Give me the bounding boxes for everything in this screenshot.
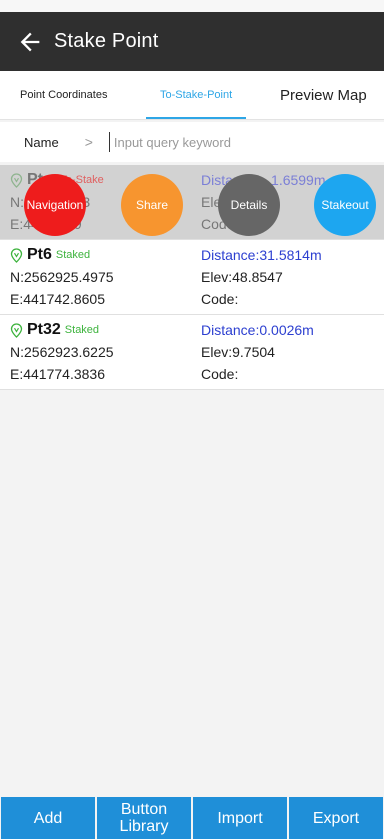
northing: N:2562923.6225 bbox=[10, 344, 114, 360]
tab-point-coordinates[interactable]: Point Coordinates bbox=[20, 71, 107, 119]
import-button[interactable]: Import bbox=[193, 797, 287, 839]
chevron-right-icon[interactable]: > bbox=[85, 134, 93, 150]
tab-bar: Point Coordinates To-Stake-Point Preview… bbox=[0, 71, 384, 120]
export-button[interactable]: Export bbox=[289, 797, 383, 839]
list-item[interactable]: Pt32 Staked N:2562923.6225 E:441774.3836… bbox=[0, 315, 384, 390]
northing: N:2562925.4975 bbox=[10, 269, 114, 285]
stakeout-button[interactable]: Stakeout bbox=[314, 174, 376, 236]
code: Code: bbox=[201, 366, 239, 382]
location-pin-icon bbox=[10, 172, 23, 188]
add-button[interactable]: Add bbox=[1, 797, 95, 839]
point-name: Pt6 bbox=[27, 246, 52, 263]
app-bar: Stake Point bbox=[0, 12, 384, 71]
point-status: Staked bbox=[64, 324, 100, 336]
tab-preview-map[interactable]: Preview Map bbox=[280, 71, 367, 119]
distance: Distance:0.0026m bbox=[201, 322, 314, 338]
details-button[interactable]: Details bbox=[218, 174, 280, 236]
location-pin-icon bbox=[10, 247, 23, 263]
share-button[interactable]: Share bbox=[121, 174, 183, 236]
point-status: Staked bbox=[55, 249, 91, 261]
elevation: Elev:48.8547 bbox=[201, 269, 283, 285]
search-field-selector[interactable]: Name bbox=[24, 135, 59, 150]
search-input[interactable] bbox=[108, 132, 366, 152]
bottom-toolbar: Add Button Library Import Export bbox=[0, 797, 384, 839]
search-bar: Name > bbox=[0, 122, 384, 162]
list-item[interactable]: Pt6 Staked N:2562925.4975 E:441742.8605 … bbox=[0, 240, 384, 315]
easting: E:441774.3836 bbox=[10, 366, 105, 382]
status-bar-area bbox=[0, 0, 384, 12]
page-title: Stake Point bbox=[54, 30, 159, 52]
elevation: Elev:9.7504 bbox=[201, 344, 275, 360]
distance: Distance:31.5814m bbox=[201, 247, 322, 263]
point-name: Pt32 bbox=[27, 321, 61, 338]
location-pin-icon bbox=[10, 322, 23, 338]
easting: E:441742.8605 bbox=[10, 291, 105, 307]
navigation-button[interactable]: Navigation bbox=[24, 174, 86, 236]
tab-to-stake-point[interactable]: To-Stake-Point bbox=[145, 71, 247, 119]
back-arrow-icon[interactable] bbox=[16, 28, 44, 56]
button-library-button[interactable]: Button Library bbox=[97, 797, 191, 839]
code: Code: bbox=[201, 291, 239, 307]
